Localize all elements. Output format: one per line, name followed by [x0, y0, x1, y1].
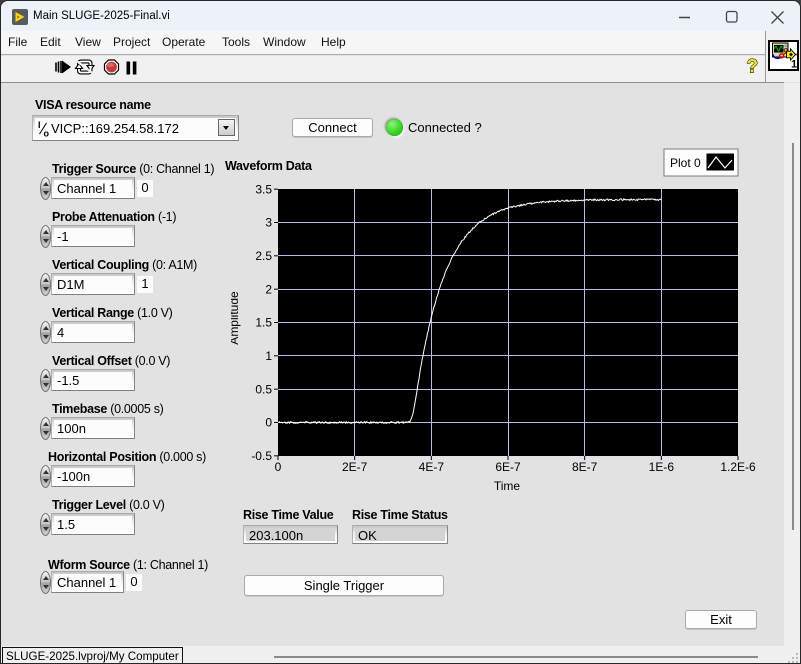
svg-text:3: 3: [265, 216, 272, 230]
svg-text:0: 0: [265, 416, 272, 430]
svg-text:6E-7: 6E-7: [495, 460, 521, 474]
svg-text:1.2E-6: 1.2E-6: [720, 460, 756, 474]
svg-text:1: 1: [265, 349, 272, 363]
svg-text:0: 0: [275, 460, 282, 474]
svg-text:1: 1: [791, 59, 797, 71]
svg-text:1.5: 1.5: [255, 316, 272, 330]
svg-text:I: I: [38, 120, 41, 130]
svg-text:Plot 0: Plot 0: [670, 156, 701, 170]
svg-text:Time: Time: [494, 479, 521, 493]
svg-text:Amplitude: Amplitude: [231, 291, 241, 345]
svg-text:1E-6: 1E-6: [649, 460, 675, 474]
svg-text:2E-7: 2E-7: [342, 460, 368, 474]
svg-text:0.5: 0.5: [255, 382, 272, 396]
svg-text:o: o: [44, 129, 50, 139]
svg-text:2.5: 2.5: [255, 249, 272, 263]
svg-text:8E-7: 8E-7: [572, 460, 598, 474]
svg-text:?: ?: [747, 57, 759, 78]
svg-text:-0.5: -0.5: [251, 449, 272, 463]
svg-text:3.5: 3.5: [255, 182, 272, 196]
svg-text:4E-7: 4E-7: [419, 460, 445, 474]
svg-text:2: 2: [265, 282, 272, 296]
